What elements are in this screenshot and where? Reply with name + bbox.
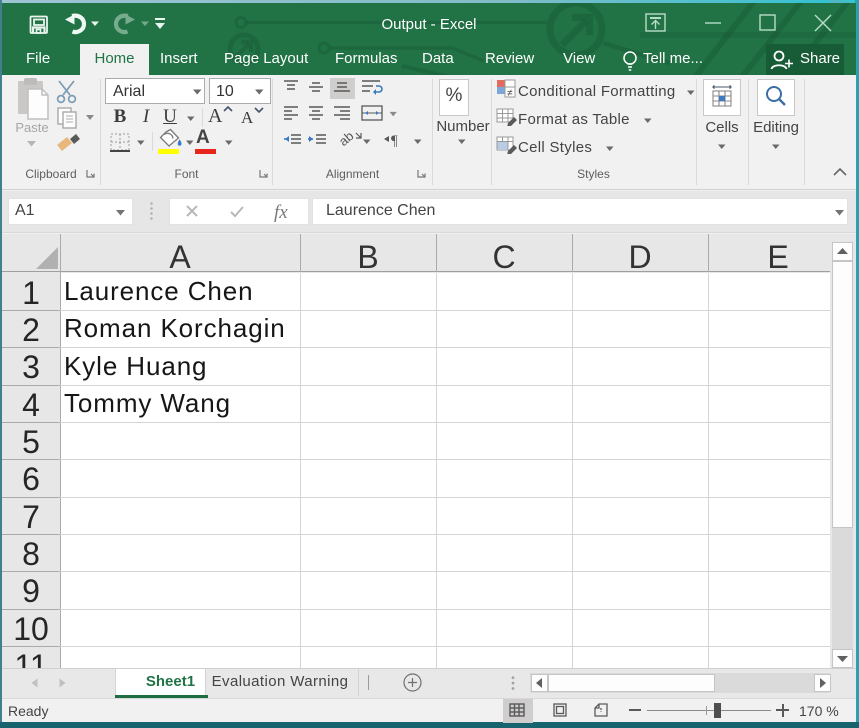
svg-text:ab: ab	[336, 128, 357, 149]
svg-text:≠: ≠	[507, 88, 513, 99]
svg-text:fx: fx	[274, 202, 288, 223]
svg-text:¶: ¶	[391, 133, 398, 149]
